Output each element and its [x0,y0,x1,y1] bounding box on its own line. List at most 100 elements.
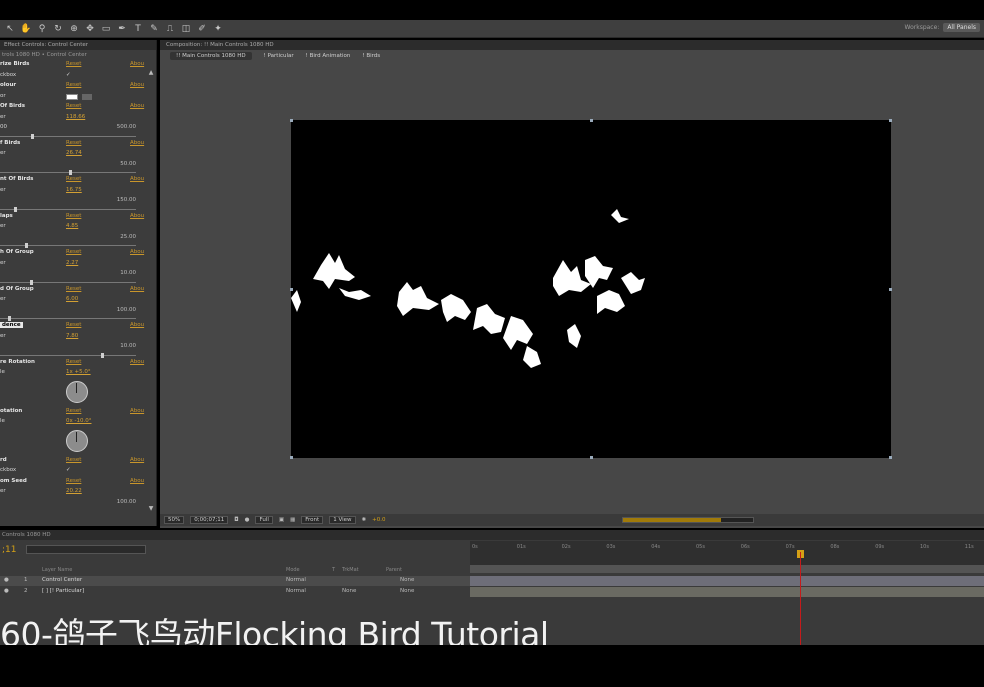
effect-param-value[interactable]: 7.80 [66,333,78,339]
reset-link[interactable]: Reset [66,103,81,109]
reset-link[interactable]: Reset [66,213,81,219]
composition-breadcrumb-item[interactable]: ! Birds [362,53,380,59]
reset-link[interactable]: Reset [66,140,81,146]
layer-trkmat[interactable]: None [342,588,356,594]
layer-parent[interactable]: None [400,588,414,594]
slider-track[interactable] [0,281,136,283]
slider-track[interactable] [0,208,136,210]
effect-param-value[interactable]: 26.74 [66,150,82,156]
composition-breadcrumb-item[interactable]: ! Particular [264,53,294,59]
effect-param-name[interactable]: rd [0,457,7,463]
roto-tool-icon[interactable]: ✐ [196,23,208,35]
layer-name[interactable]: Control Center [42,577,82,583]
canvas-handle[interactable] [590,456,593,459]
snapshot-icon[interactable]: ◘ [234,517,238,523]
about-link[interactable]: Abou [130,213,144,219]
work-area-bar[interactable] [470,565,984,573]
effect-param-name[interactable]: nt Of Birds [0,176,33,182]
timeline-layer-row[interactable]: ● 2 [ ] [! Particular] Normal None None [0,587,470,597]
effect-param-name[interactable]: re Rotation [0,359,35,365]
composition-breadcrumb-item[interactable]: !! Main Controls 1080 HD [170,52,252,60]
visibility-icon[interactable]: ● [4,577,9,583]
pen-tool-icon[interactable]: ✒ [116,23,128,35]
scroll-up-icon[interactable]: ▲ [148,70,154,76]
composition-canvas[interactable] [290,119,892,459]
reset-link[interactable]: Reset [66,478,81,484]
reset-link[interactable]: Reset [66,176,81,182]
layer-duration-bar[interactable] [470,587,984,597]
about-link[interactable]: Abou [130,457,144,463]
effect-param-name[interactable]: laps [0,213,13,219]
timeline-column-header[interactable]: Mode [286,567,300,573]
reset-link[interactable]: Reset [66,82,81,88]
rotate-tool-icon[interactable]: ↻ [52,23,64,35]
color-swatch[interactable] [66,93,78,100]
angle-dial[interactable] [0,428,156,456]
about-link[interactable]: Abou [130,359,144,365]
mask-tool-icon[interactable]: ▭ [100,23,112,35]
reset-link[interactable]: Reset [66,457,81,463]
about-link[interactable]: Abou [130,478,144,484]
zoom-dropdown[interactable]: 50% [164,516,185,524]
timeline-column-header[interactable]: TrkMat [342,567,359,573]
effect-param-name[interactable]: om Seed [0,478,27,484]
region-of-interest-icon[interactable]: ▣ [279,517,284,523]
canvas-handle[interactable] [290,456,293,459]
brush-tool-icon[interactable]: ✎ [148,23,160,35]
canvas-handle[interactable] [290,288,293,291]
effect-param-name[interactable]: rize Birds [0,61,29,67]
angle-dial-icon[interactable] [66,380,88,403]
slider-track[interactable] [0,318,136,319]
exposure-icon[interactable]: ✺ [362,517,367,523]
effect-param-name[interactable]: olour [0,82,16,88]
about-link[interactable]: Abou [130,322,144,328]
text-tool-icon[interactable]: T [132,23,144,35]
reset-link[interactable]: Reset [66,322,81,328]
slider-track[interactable] [0,172,136,173]
about-link[interactable]: Abou [130,103,144,109]
selection-tool-icon[interactable]: ↖ [4,23,16,35]
puppet-tool-icon[interactable]: ✦ [212,23,224,35]
layer-duration-bar[interactable] [470,576,984,586]
layer-mode[interactable]: Normal [286,577,306,583]
workspace-dropdown[interactable]: All Panels [943,23,980,32]
canvas-handle[interactable] [889,456,892,459]
layer-name[interactable]: [ ] [! Particular] [42,588,84,594]
effect-param-value[interactable]: 0x -10.0° [66,418,91,424]
timeline-column-header[interactable]: Parent [386,567,402,573]
effect-param-value[interactable]: 2.27 [66,260,78,266]
about-link[interactable]: Abou [130,249,144,255]
timeline-layer-row[interactable]: ● 1 Control Center Normal None [0,576,470,586]
angle-dial[interactable] [0,379,156,407]
time-ruler[interactable]: 0s 01s 02s 03s 04s 05s 06s 07s 08s 09s 10s 11s [470,541,984,565]
effect-param-name[interactable]: Of Birds [0,103,25,109]
scroll-down-icon[interactable]: ▼ [148,506,154,512]
about-link[interactable]: Abou [130,176,144,182]
about-link[interactable]: Abou [130,82,144,88]
timeline-tab[interactable]: Controls 1080 HD [0,530,984,540]
pan-behind-tool-icon[interactable]: ✥ [84,23,96,35]
timeline-column-header[interactable]: Layer Name [42,567,72,573]
effect-param-value[interactable]: 20.22 [66,488,82,494]
3d-view-dropdown[interactable]: Front [301,516,324,524]
exposure-value[interactable]: +0.0 [372,517,385,523]
reset-link[interactable]: Reset [66,249,81,255]
about-link[interactable]: Abou [130,61,144,67]
effect-param-value[interactable]: 16.75 [66,187,82,193]
slider-track[interactable] [0,245,136,246]
eyedropper-icon[interactable] [82,93,92,100]
zoom-tool-icon[interactable]: ⚲ [36,23,48,35]
current-timecode[interactable]: 0;00;07;11 [190,516,229,524]
reset-link[interactable]: Reset [66,61,81,67]
layer-mode[interactable]: Normal [286,588,306,594]
color-channel-icon[interactable]: ● [245,517,250,523]
reset-link[interactable]: Reset [66,286,81,292]
canvas-handle[interactable] [889,288,892,291]
about-link[interactable]: Abou [130,140,144,146]
reset-link[interactable]: Reset [66,359,81,365]
visibility-icon[interactable]: ● [4,588,9,594]
slider-track[interactable] [0,354,136,356]
composition-breadcrumb-item[interactable]: ! Bird Animation [306,53,351,59]
about-link[interactable]: Abou [130,286,144,292]
camera-tool-icon[interactable]: ⊕ [68,23,80,35]
